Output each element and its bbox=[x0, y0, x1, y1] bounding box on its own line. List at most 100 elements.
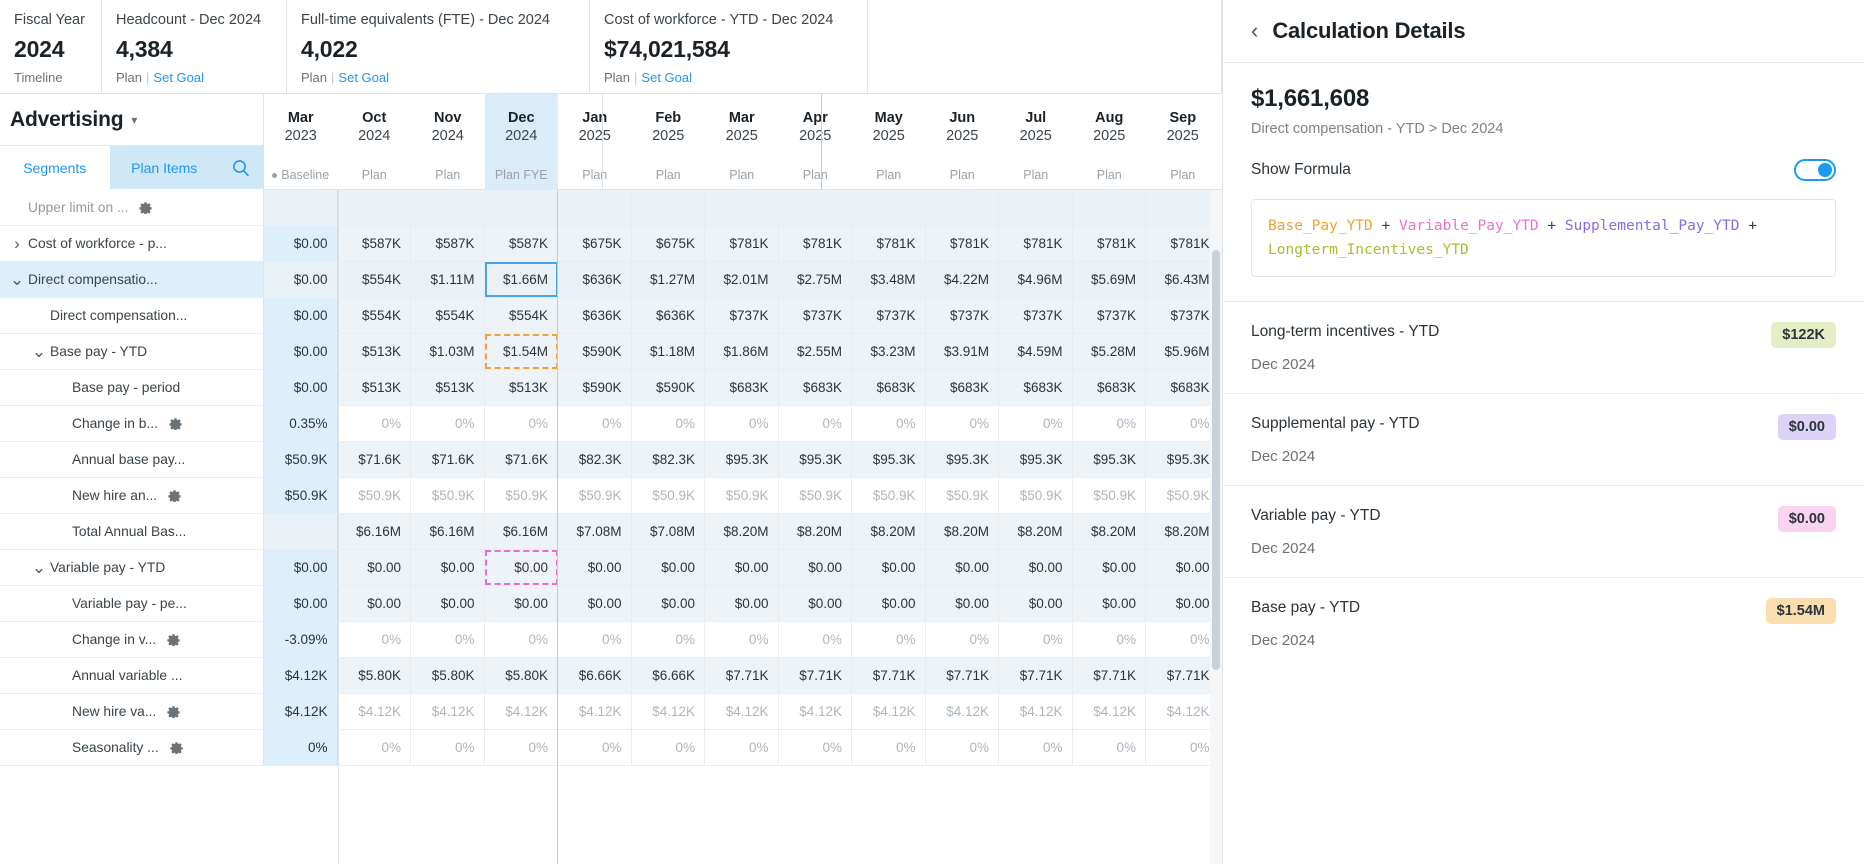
gear-icon[interactable] bbox=[166, 703, 181, 721]
column-header-may-2025[interactable]: May 2025 bbox=[852, 94, 926, 160]
row-label-cell[interactable]: New hire va... bbox=[0, 694, 264, 729]
formula-component-item[interactable]: Variable pay - YTD $0.00 Dec 2024 bbox=[1223, 485, 1864, 577]
grid-cell[interactable]: $5.28M bbox=[1072, 334, 1146, 369]
kpi-fte[interactable]: Full-time equivalents (FTE) - Dec 2024 4… bbox=[287, 0, 590, 93]
entity-selector[interactable]: Advertising ▾ bbox=[0, 94, 263, 146]
gear-icon[interactable] bbox=[167, 487, 182, 505]
table-row[interactable]: ⌄ Variable pay - YTD $0.00 $0.00 $0.00 $0.00 $… bbox=[0, 550, 1222, 586]
grid-cell[interactable]: $4.96M bbox=[999, 262, 1073, 297]
grid-cell[interactable]: 0% bbox=[411, 406, 485, 441]
grid-cell[interactable]: $50.9K bbox=[1072, 478, 1146, 513]
grid-cell[interactable] bbox=[1146, 190, 1220, 225]
kpi-headcount[interactable]: Headcount - Dec 2024 4,384 Plan | Set Goal bbox=[102, 0, 287, 93]
column-header-jan-2025[interactable]: Jan 2025 bbox=[558, 94, 632, 160]
table-row[interactable]: Annual base pay... $50.9K $71.6K $71.6K $71.… bbox=[0, 442, 1222, 478]
grid-cell[interactable]: 0% bbox=[411, 622, 485, 657]
grid-cell[interactable]: $0.00 bbox=[778, 550, 852, 585]
table-row[interactable]: Change in v... -3.09% 0% 0% 0% 0% 0% 0% 0% 0% 0% 0%… bbox=[0, 622, 1222, 658]
grid-cell[interactable]: $0.00 bbox=[411, 550, 485, 585]
grid-cell[interactable] bbox=[1072, 190, 1146, 225]
grid-cell[interactable]: $50.9K bbox=[411, 478, 485, 513]
grid-cell[interactable]: -3.09% bbox=[264, 622, 338, 657]
grid-cell[interactable]: $5.96M bbox=[1146, 334, 1220, 369]
set-goal-link[interactable]: Set Goal bbox=[641, 70, 692, 85]
chevron-right-icon[interactable]: › bbox=[6, 234, 28, 254]
grid-cell[interactable]: $4.12K bbox=[1072, 694, 1146, 729]
grid-cell[interactable]: 0% bbox=[1072, 406, 1146, 441]
grid-cell[interactable] bbox=[264, 190, 338, 225]
grid-cell[interactable]: 0% bbox=[705, 622, 779, 657]
grid-cell[interactable]: $4.12K bbox=[852, 694, 926, 729]
grid-cell[interactable]: 0% bbox=[999, 730, 1073, 765]
grid-cell[interactable]: $683K bbox=[999, 370, 1073, 405]
grid-cell[interactable]: $82.3K bbox=[631, 442, 705, 477]
grid-cell[interactable]: 0% bbox=[852, 622, 926, 657]
grid-cell[interactable]: $737K bbox=[925, 298, 999, 333]
grid-cell[interactable]: $0.00 bbox=[925, 550, 999, 585]
grid-cell[interactable]: $0.00 bbox=[1072, 586, 1146, 621]
grid-cell[interactable]: $683K bbox=[778, 370, 852, 405]
row-label-cell[interactable]: ⌄ Base pay - YTD bbox=[0, 334, 264, 369]
grid-cell[interactable]: $0.00 bbox=[999, 550, 1073, 585]
grid-cell[interactable]: $0.00 bbox=[852, 550, 926, 585]
grid-cell[interactable]: $554K bbox=[337, 298, 411, 333]
grid-cell[interactable]: $0.00 bbox=[1072, 550, 1146, 585]
grid-cell[interactable]: $50.9K bbox=[558, 478, 632, 513]
grid-cell[interactable]: 0% bbox=[778, 406, 852, 441]
grid-cell[interactable]: $4.12K bbox=[705, 694, 779, 729]
grid-cell[interactable]: $0.00 bbox=[925, 586, 999, 621]
grid-cell[interactable]: $1.03M bbox=[411, 334, 485, 369]
chevron-down-icon[interactable]: ⌄ bbox=[28, 559, 50, 576]
grid-cell[interactable]: 0% bbox=[484, 730, 558, 765]
grid-vertical-scrollbar[interactable] bbox=[1210, 190, 1222, 864]
grid-cell[interactable]: $1.66M bbox=[484, 262, 558, 297]
grid-cell[interactable]: $4.12K bbox=[264, 658, 338, 693]
grid-cell[interactable]: $0.00 bbox=[999, 586, 1073, 621]
grid-cell[interactable]: $71.6K bbox=[484, 442, 558, 477]
grid-cell[interactable]: $50.9K bbox=[925, 478, 999, 513]
grid-cell[interactable]: $554K bbox=[337, 262, 411, 297]
tab-plan-items[interactable]: Plan Items bbox=[109, 146, 219, 189]
grid-cell[interactable]: $636K bbox=[558, 298, 632, 333]
grid-cell[interactable]: 0% bbox=[1146, 730, 1220, 765]
grid-cell[interactable] bbox=[925, 190, 999, 225]
grid-cell[interactable]: $6.43M bbox=[1146, 262, 1220, 297]
table-row[interactable]: New hire an... $50.9K $50.9K $50.9K $50.9K $5… bbox=[0, 478, 1222, 514]
kpi-fiscal-year[interactable]: Fiscal Year 2024 Timeline bbox=[0, 0, 102, 93]
grid-cell[interactable]: $95.3K bbox=[1146, 442, 1220, 477]
row-label-cell[interactable]: Change in v... bbox=[0, 622, 264, 657]
row-label-cell[interactable]: Total Annual Bas... bbox=[0, 514, 264, 549]
grid-cell[interactable]: $0.00 bbox=[558, 586, 632, 621]
grid-cell[interactable]: $7.71K bbox=[1146, 658, 1220, 693]
chevron-down-icon[interactable]: ⌄ bbox=[6, 271, 28, 288]
grid-cell[interactable]: $7.71K bbox=[1072, 658, 1146, 693]
grid-cell[interactable]: 0% bbox=[631, 730, 705, 765]
grid-cell[interactable]: 0% bbox=[925, 406, 999, 441]
grid-cell[interactable]: $8.20M bbox=[999, 514, 1073, 549]
grid-cell[interactable]: $675K bbox=[631, 226, 705, 261]
grid-cell[interactable]: $1.11M bbox=[411, 262, 485, 297]
grid-cell[interactable]: $8.20M bbox=[705, 514, 779, 549]
grid-cell[interactable]: $4.12K bbox=[558, 694, 632, 729]
column-header-feb-2025[interactable]: Feb 2025 bbox=[632, 94, 706, 160]
grid-cell[interactable]: $513K bbox=[411, 370, 485, 405]
column-header-nov-2024[interactable]: Nov 2024 bbox=[411, 94, 485, 160]
grid-cell[interactable]: $587K bbox=[484, 226, 558, 261]
grid-cell[interactable]: 0% bbox=[558, 406, 632, 441]
column-header-jul-2025[interactable]: Jul 2025 bbox=[999, 94, 1073, 160]
row-label-cell[interactable]: ⌄ Variable pay - YTD bbox=[0, 550, 264, 585]
row-label-cell[interactable]: › Cost of workforce - p... bbox=[0, 226, 264, 261]
formula-component-item[interactable]: Base pay - YTD $1.54M Dec 2024 bbox=[1223, 577, 1864, 669]
grid-cell[interactable]: 0% bbox=[631, 622, 705, 657]
grid-cell[interactable]: 0% bbox=[925, 622, 999, 657]
grid-cell[interactable]: $8.20M bbox=[852, 514, 926, 549]
grid-cell[interactable]: $737K bbox=[778, 298, 852, 333]
row-label-cell[interactable]: Base pay - period bbox=[0, 370, 264, 405]
grid-cell[interactable]: $8.20M bbox=[1072, 514, 1146, 549]
table-row[interactable]: Upper limit on ... bbox=[0, 190, 1222, 226]
grid-cell[interactable]: $0.00 bbox=[264, 262, 338, 297]
grid-cell[interactable]: $781K bbox=[852, 226, 926, 261]
table-row[interactable]: ⌄ Base pay - YTD $0.00 $513K $1.03M $1.54M $59… bbox=[0, 334, 1222, 370]
grid-cell[interactable]: $0.00 bbox=[1146, 550, 1220, 585]
grid-cell[interactable]: $6.16M bbox=[337, 514, 411, 549]
